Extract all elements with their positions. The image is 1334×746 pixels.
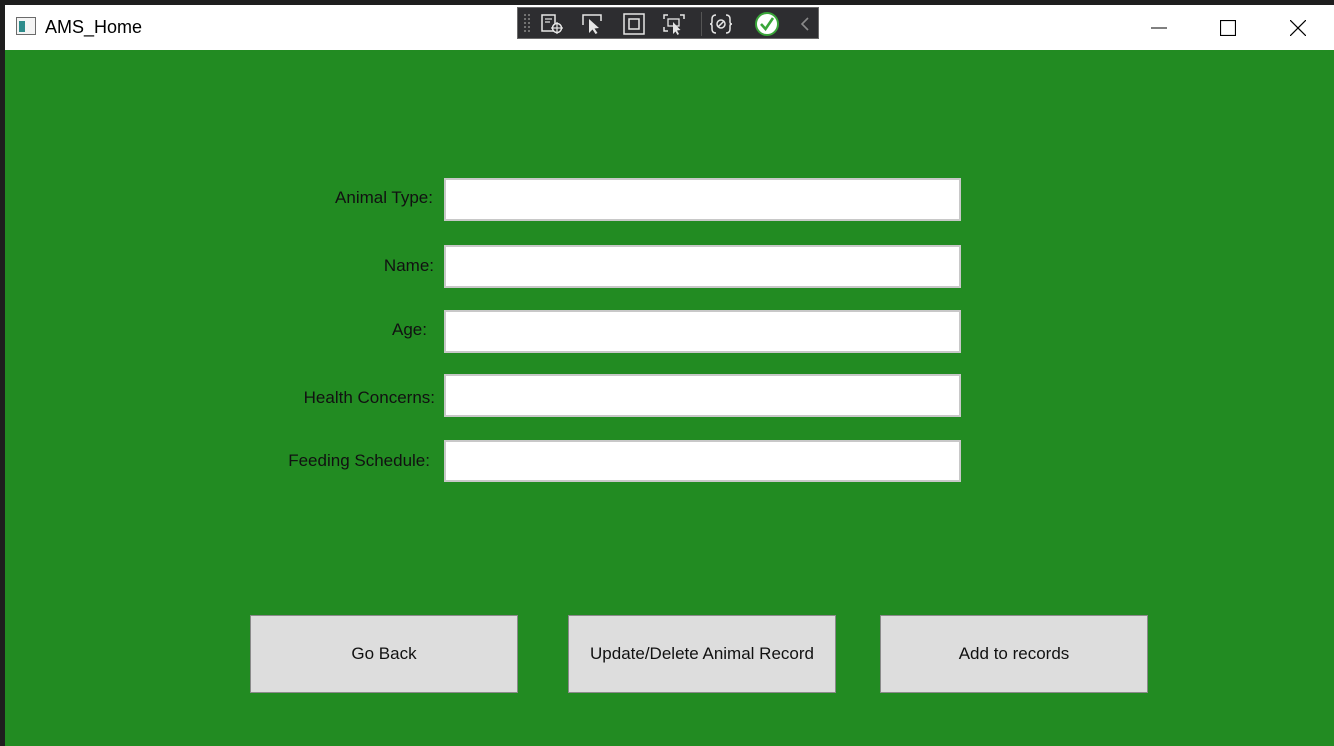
wpf-devtools-toolbar: [517, 7, 819, 39]
feeding-schedule-input[interactable]: [444, 440, 961, 482]
age-input[interactable]: [444, 310, 961, 353]
age-label: Age:: [392, 320, 427, 339]
animal-type-input[interactable]: [444, 178, 961, 221]
pointer-select-icon[interactable]: [580, 12, 606, 36]
maximize-button[interactable]: [1205, 5, 1251, 50]
window-title: AMS_Home: [45, 17, 143, 37]
name-input[interactable]: [444, 245, 961, 288]
update-delete-record-button[interactable]: Update/Delete Animal Record: [568, 615, 836, 693]
health-concerns-input[interactable]: [444, 374, 961, 417]
go-back-button[interactable]: Go Back: [250, 615, 518, 693]
app-window: AMS_Home Animal Type: Name: Age: Health …: [5, 5, 1334, 746]
minimize-button[interactable]: [1136, 5, 1182, 50]
name-label: Name:: [383, 256, 434, 275]
maximize-icon: [1220, 19, 1236, 36]
add-to-records-button[interactable]: Add to records: [880, 615, 1148, 693]
select-element-icon[interactable]: [539, 12, 565, 36]
health-concerns-label: Health Concerns:: [303, 388, 435, 407]
toolbar-grip-icon[interactable]: [523, 13, 531, 33]
close-icon: [1290, 19, 1306, 36]
checkmark-icon[interactable]: [754, 12, 780, 36]
binding-failures-icon[interactable]: [708, 12, 734, 36]
animal-type-label: Animal Type:: [335, 188, 433, 207]
collapse-chevron-icon[interactable]: [792, 12, 818, 36]
title-bar[interactable]: AMS_Home: [5, 5, 1334, 50]
minimize-icon: [1151, 27, 1167, 28]
feeding-schedule-label: Feeding Schedule:: [288, 451, 430, 470]
toolbar-separator: [701, 12, 702, 36]
track-focus-icon[interactable]: [661, 12, 687, 36]
close-button[interactable]: [1275, 5, 1321, 50]
app-window-icon: [16, 17, 36, 35]
layout-adorner-icon[interactable]: [621, 12, 647, 36]
